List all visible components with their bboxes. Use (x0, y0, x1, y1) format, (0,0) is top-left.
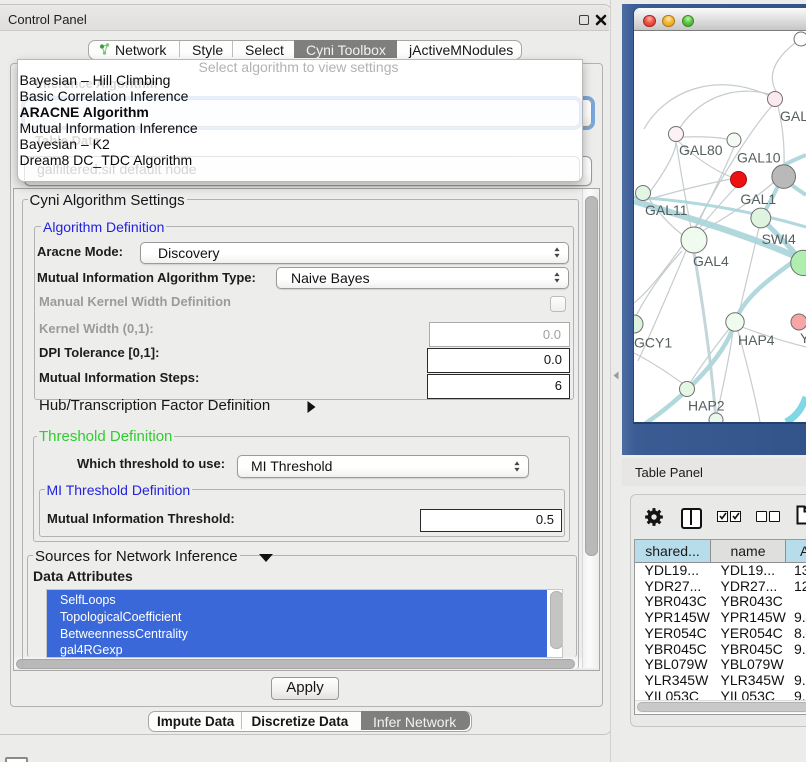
svg-text:HAP2: HAP2 (688, 398, 725, 414)
svg-text:GAL1: GAL1 (740, 191, 776, 207)
svg-text:HAP4: HAP4 (738, 332, 775, 348)
svg-text:GAL11: GAL11 (645, 202, 688, 218)
svg-text:Y: Y (800, 330, 806, 346)
svg-text:GAL: GAL (780, 108, 806, 124)
svg-text:GAL4: GAL4 (693, 253, 729, 269)
svg-text:GAL80: GAL80 (679, 142, 723, 158)
svg-text:GCY1: GCY1 (634, 335, 672, 351)
svg-text:SWI4: SWI4 (762, 231, 796, 247)
svg-text:GAL10: GAL10 (737, 150, 781, 166)
